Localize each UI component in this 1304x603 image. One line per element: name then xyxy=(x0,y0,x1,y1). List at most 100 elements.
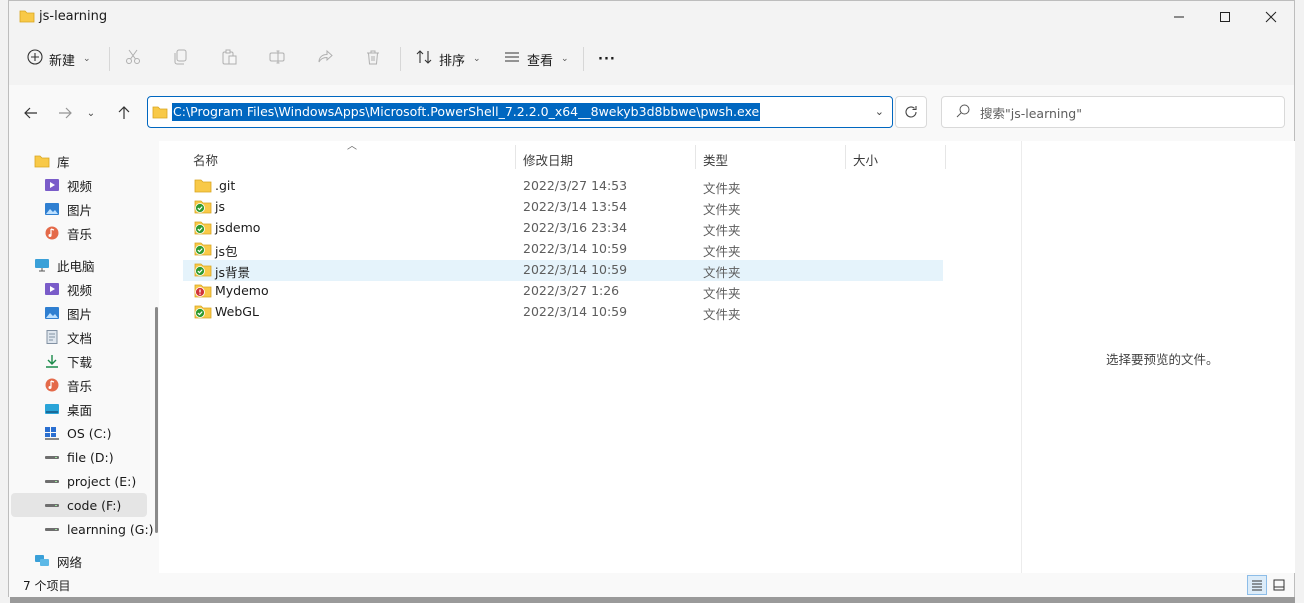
title-bar[interactable]: js-learning xyxy=(9,1,1294,33)
this-pc-icon xyxy=(33,257,51,273)
table-row[interactable]: WebGL 2022/3/14 10:59 文件夹 xyxy=(183,302,943,323)
sidebar-item-11[interactable]: OS (C:) xyxy=(9,421,111,445)
sidebar-item-label: file (D:) xyxy=(67,449,114,465)
window-title: js-learning xyxy=(39,9,108,24)
sidebar-item-2[interactable]: 图片 xyxy=(9,197,92,221)
refresh-button[interactable] xyxy=(895,96,927,128)
file-name: Mydemo xyxy=(215,283,269,298)
sidebar-item-7[interactable]: 文档 xyxy=(9,325,92,349)
large-icons-view-icon xyxy=(1273,579,1285,591)
table-row[interactable]: js 2022/3/14 13:54 文件夹 xyxy=(183,197,943,218)
back-button[interactable] xyxy=(17,99,45,127)
column-divider[interactable] xyxy=(945,145,946,169)
file-modified: 2022/3/16 23:34 xyxy=(523,220,628,235)
folder-synced-icon xyxy=(194,241,212,259)
sidebar-item-label: 图片 xyxy=(67,306,93,322)
sidebar-item-9[interactable]: 音乐 xyxy=(9,373,92,397)
column-header-modified-label: 修改日期 xyxy=(523,152,574,168)
network-icon xyxy=(33,553,51,569)
sidebar-item-3[interactable]: 音乐 xyxy=(9,221,92,245)
sidebar-item-8[interactable]: 下载 xyxy=(9,349,92,373)
address-path[interactable]: C:\Program Files\WindowsApps\Microsoft.P… xyxy=(172,103,761,121)
column-divider[interactable] xyxy=(845,145,846,169)
copy-button[interactable] xyxy=(173,43,189,75)
sidebar-item-label: 下载 xyxy=(67,354,93,370)
file-modified: 2022/3/27 1:26 xyxy=(523,283,620,298)
file-modified: 2022/3/14 10:59 xyxy=(523,262,628,277)
table-row[interactable]: .git 2022/3/27 14:53 文件夹 xyxy=(183,176,943,197)
sidebar-item-1[interactable]: 视频 xyxy=(9,173,92,197)
address-bar[interactable]: C:\Program Files\WindowsApps\Microsoft.P… xyxy=(147,96,893,128)
chevron-down-icon: ⌄ xyxy=(473,54,481,64)
sidebar-item-label: 网络 xyxy=(57,554,83,570)
more-options-label: ··· xyxy=(598,51,616,67)
copy-icon xyxy=(173,49,189,69)
recent-locations-button[interactable]: ⌄ xyxy=(81,99,101,127)
status-bar: 7 个项目 xyxy=(9,573,1294,597)
sidebar-item-0[interactable]: 库 xyxy=(9,149,70,173)
share-button[interactable] xyxy=(317,43,333,75)
more-options-button[interactable]: ··· xyxy=(598,43,616,75)
drive-icon xyxy=(43,473,61,489)
column-divider[interactable] xyxy=(515,145,516,169)
cut-button[interactable] xyxy=(125,43,141,75)
large-icons-view-button[interactable] xyxy=(1269,575,1289,595)
paste-button[interactable] xyxy=(221,43,237,75)
file-modified: 2022/3/14 10:59 xyxy=(523,241,628,256)
column-header-size[interactable]: 大小 xyxy=(853,147,878,171)
sidebar-item-16[interactable]: 网络 xyxy=(9,549,82,573)
sidebar-item-13[interactable]: project (E:) xyxy=(9,469,136,493)
desktop-icon xyxy=(43,401,61,417)
documents-icon xyxy=(43,329,61,345)
sidebar-item-6[interactable]: 图片 xyxy=(9,301,92,325)
divider xyxy=(400,47,401,71)
folder-synced-icon xyxy=(194,304,212,322)
column-header-name[interactable]: 名称 xyxy=(193,147,218,171)
column-header-type[interactable]: 类型 xyxy=(703,147,728,171)
close-button[interactable] xyxy=(1248,1,1294,33)
column-divider[interactable] xyxy=(695,145,696,169)
column-header-modified[interactable]: 修改日期 xyxy=(523,147,573,171)
sidebar-item-5[interactable]: 视频 xyxy=(9,277,92,301)
delete-button[interactable] xyxy=(365,43,381,75)
new-button[interactable]: 新建 ⌄ xyxy=(27,43,91,75)
rename-button[interactable] xyxy=(269,43,285,75)
sidebar-item-12[interactable]: file (D:) xyxy=(9,445,114,469)
trash-icon xyxy=(365,49,381,69)
up-button[interactable] xyxy=(110,99,138,127)
pictures-icon xyxy=(43,201,61,217)
rename-icon xyxy=(269,49,285,69)
sidebar-item-4[interactable]: 此电脑 xyxy=(9,253,95,277)
arrow-right-icon xyxy=(59,107,72,119)
table-row[interactable]: js包 2022/3/14 10:59 文件夹 xyxy=(183,239,943,260)
column-header-name-label: 名称 xyxy=(193,152,219,168)
file-modified: 2022/3/14 10:59 xyxy=(523,304,628,319)
sidebar-item-label: 桌面 xyxy=(67,402,93,418)
details-view-button[interactable] xyxy=(1247,575,1267,595)
file-type: 文件夹 xyxy=(703,265,741,280)
sidebar-item-label: 音乐 xyxy=(67,226,93,242)
sidebar-item-10[interactable]: 桌面 xyxy=(9,397,92,421)
sidebar-item-15[interactable]: learnning (G:) xyxy=(9,517,154,541)
sort-arrows-icon xyxy=(415,49,433,69)
table-row[interactable]: Mydemo 2022/3/27 1:26 文件夹 xyxy=(183,281,943,302)
table-row[interactable]: js背景 2022/3/14 10:59 文件夹 xyxy=(183,260,943,281)
navigation-pane: 库视频 图片 音乐 此电脑 视频 图片 文档 下载 音乐 桌面 OS (C:) file (D:) pr… xyxy=(9,141,159,573)
sidebar-item-label: 此电脑 xyxy=(57,258,95,274)
sidebar-item-14[interactable]: code (F:) xyxy=(11,493,147,517)
chevron-down-icon[interactable]: ⌄ xyxy=(875,105,884,118)
forward-button[interactable] xyxy=(51,99,79,127)
minimize-button[interactable] xyxy=(1156,1,1202,33)
background-right-edge xyxy=(1295,0,1304,603)
search-box[interactable]: 搜索"js-learning" xyxy=(941,96,1285,128)
maximize-button[interactable] xyxy=(1202,1,1248,33)
view-button[interactable]: 查看 ⌄ xyxy=(503,43,569,75)
sort-button[interactable]: 排序 ⌄ xyxy=(415,43,481,75)
chevron-down-icon: ⌄ xyxy=(86,107,96,119)
arrow-up-icon xyxy=(118,106,130,119)
drive-icon xyxy=(43,449,61,465)
table-row[interactable]: jsdemo 2022/3/16 23:34 文件夹 xyxy=(183,218,943,239)
file-explorer-window: js-learning 新建 ⌄ 排序 ⌄ 查看 ⌄ ··· ⌄ C:\Prog… xyxy=(8,0,1295,597)
folder-error-icon xyxy=(194,283,212,301)
sidebar-scrollbar[interactable] xyxy=(155,307,158,533)
